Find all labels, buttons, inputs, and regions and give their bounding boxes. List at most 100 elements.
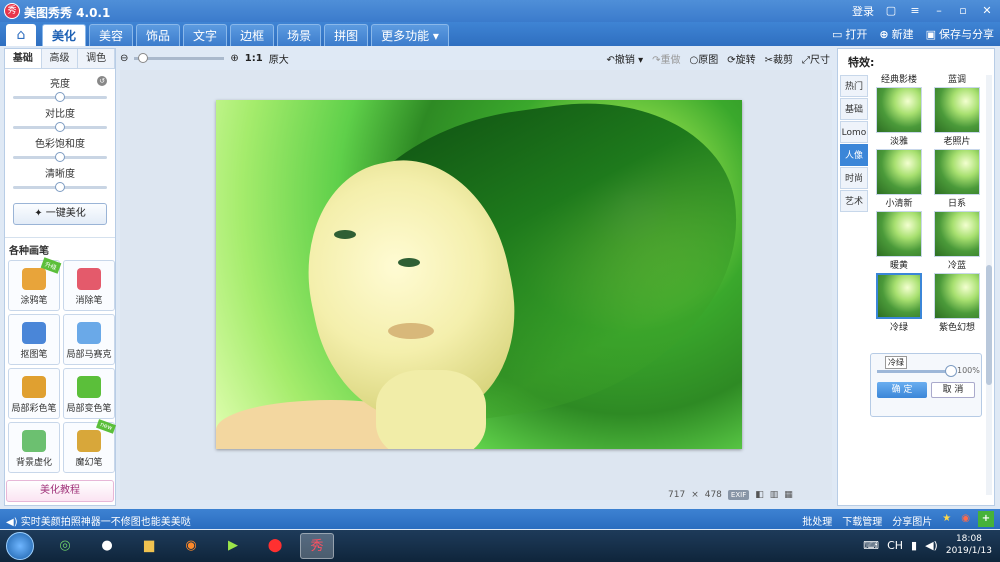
open-button[interactable]: ▭ 打开 xyxy=(832,26,867,42)
pen-tool[interactable]: 局部马赛克 xyxy=(63,314,115,365)
effect-item[interactable]: 冷蓝 xyxy=(928,259,986,319)
original-size-button[interactable]: 原大 xyxy=(269,51,289,66)
reset-icon[interactable]: ↺ xyxy=(97,76,107,86)
feedback-icon[interactable]: ▢ xyxy=(884,4,898,18)
exif-button[interactable]: EXIF xyxy=(727,490,750,500)
effect-category-tab[interactable]: Lomo xyxy=(840,121,868,143)
tab-4[interactable]: 边框 xyxy=(230,24,275,46)
video-player-icon[interactable]: ▶ xyxy=(216,533,250,559)
effects-scrollbar[interactable] xyxy=(986,75,992,495)
effect-category-tab[interactable]: 艺术 xyxy=(840,190,868,212)
zoom-slider[interactable] xyxy=(134,52,225,63)
start-button-icon[interactable] xyxy=(6,532,34,560)
adjust-slider[interactable] xyxy=(13,92,107,102)
original-button[interactable]: ○原图 xyxy=(689,51,718,66)
clock[interactable]: 18:08 2019/1/13 xyxy=(946,533,992,557)
keyboard-icon[interactable]: ⌨ xyxy=(863,539,879,552)
close-icon[interactable]: ✕ xyxy=(980,4,994,18)
pen-tool[interactable]: 抠图笔 xyxy=(8,314,60,365)
star-icon[interactable]: ★ xyxy=(942,513,951,528)
adjust-slider-knob[interactable] xyxy=(55,182,65,192)
tray-label[interactable]: CH xyxy=(887,539,903,552)
crop-button[interactable]: ✂裁剪 xyxy=(765,51,793,66)
tab-6[interactable]: 拼图 xyxy=(324,24,369,46)
tab-3[interactable]: 文字 xyxy=(183,24,228,46)
intensity-slider-knob[interactable] xyxy=(945,365,957,377)
effect-thumbnail[interactable] xyxy=(876,211,922,257)
qq-icon[interactable]: ● xyxy=(90,533,124,559)
effect-category-tab[interactable]: 热门 xyxy=(840,75,868,97)
effect-item[interactable]: 蓝调 xyxy=(928,73,986,133)
firefox-icon[interactable]: ◉ xyxy=(174,533,208,559)
file-explorer-icon[interactable]: ▆ xyxy=(132,533,166,559)
tab-1[interactable]: 美容 xyxy=(89,24,134,46)
volume-icon[interactable]: ◀) xyxy=(925,539,938,552)
pen-tool[interactable]: 局部彩色笔 xyxy=(8,368,60,419)
split-icon[interactable]: ▥ xyxy=(770,490,779,500)
one-key-beautify-button[interactable]: ✦ 一键美化 xyxy=(13,203,107,225)
login-link[interactable]: 登录 xyxy=(852,3,874,19)
subtab-2[interactable]: 调色 xyxy=(78,49,116,68)
effect-item[interactable]: 淡雅 xyxy=(870,135,928,195)
tab-2[interactable]: 饰品 xyxy=(136,24,181,46)
effect-item[interactable]: 暖黄 xyxy=(870,259,928,319)
menu-icon[interactable]: ≡ xyxy=(908,4,922,18)
minimize-icon[interactable]: – xyxy=(932,4,946,18)
zoom-slider-knob[interactable] xyxy=(138,52,149,63)
subtab-0[interactable]: 基础 xyxy=(5,49,42,68)
effect-category-tab[interactable]: 时尚 xyxy=(840,167,868,189)
redo-button[interactable]: ↷重做 xyxy=(652,51,680,66)
edited-photo[interactable] xyxy=(216,100,742,449)
adjust-slider-knob[interactable] xyxy=(55,152,65,162)
pen-tool[interactable]: 消除笔 xyxy=(63,260,115,311)
effect-category-tab[interactable]: 基础 xyxy=(840,98,868,120)
tab-7[interactable]: 更多功能 ▾ xyxy=(371,24,449,46)
adjust-slider[interactable] xyxy=(13,122,107,132)
adjust-slider-knob[interactable] xyxy=(55,92,65,102)
new-button[interactable]: ⊕ 新建 xyxy=(879,26,913,42)
pen-tool[interactable]: 背景虚化 xyxy=(8,422,60,473)
save-share-button[interactable]: ▣ 保存与分享 xyxy=(926,26,994,42)
share-image-button[interactable]: 分享图片 xyxy=(892,513,932,528)
adjust-slider[interactable] xyxy=(13,152,107,162)
home-icon[interactable]: ⌂ xyxy=(6,24,36,46)
tutorial-button[interactable]: 美化教程 xyxy=(6,480,114,502)
effect-category-tab[interactable]: 人像 xyxy=(840,144,868,166)
compare-icon[interactable]: ◧ xyxy=(755,490,764,500)
effect-cancel-button[interactable]: 取 消 xyxy=(931,382,975,398)
batch-button[interactable]: 批处理 xyxy=(802,513,832,528)
effect-thumbnail[interactable] xyxy=(876,87,922,133)
effect-thumbnail[interactable] xyxy=(876,273,922,319)
effect-item[interactable]: 经典影楼 xyxy=(870,73,928,133)
subtab-1[interactable]: 高级 xyxy=(41,49,79,68)
effect-item[interactable]: 日系 xyxy=(928,197,986,257)
rotate-button[interactable]: ⟳旋转 xyxy=(727,51,755,66)
network-icon[interactable]: ▮ xyxy=(911,539,917,552)
maximize-icon[interactable]: ▫ xyxy=(956,4,970,18)
tab-5[interactable]: 场景 xyxy=(277,24,322,46)
undo-button[interactable]: ↶撤销 ▾ xyxy=(607,51,644,66)
tab-0[interactable]: 美化 xyxy=(42,24,87,46)
resize-button[interactable]: ⤢尺寸 xyxy=(802,51,830,66)
effect-item[interactable]: 小清新 xyxy=(870,197,928,257)
adjust-slider-knob[interactable] xyxy=(55,122,65,132)
effect-ok-button[interactable]: 确 定 xyxy=(877,382,927,398)
status-promo[interactable]: ◀) 实时美颜拍照神器一不修图也能美美哒 xyxy=(6,513,191,528)
effect-thumbnail[interactable] xyxy=(934,211,980,257)
meitu-taskbar-icon[interactable]: 秀 xyxy=(300,533,334,559)
effect-thumbnail[interactable] xyxy=(934,273,980,319)
add-icon[interactable]: + xyxy=(978,511,994,527)
weibo-icon[interactable]: ◉ xyxy=(961,513,970,528)
download-manager-button[interactable]: 下载管理 xyxy=(842,513,882,528)
effects-scrollbar-thumb[interactable] xyxy=(986,265,992,385)
effect-thumbnail[interactable] xyxy=(934,149,980,195)
intensity-slider[interactable] xyxy=(877,370,949,373)
effect-item[interactable]: 紫色幻想 xyxy=(928,321,986,335)
browser-360-icon[interactable]: ◎ xyxy=(48,533,82,559)
adjust-slider[interactable] xyxy=(13,182,107,192)
zoom-out-icon[interactable]: ⊖ xyxy=(120,53,128,64)
fit-icon[interactable]: ▦ xyxy=(784,490,793,500)
recorder-icon[interactable]: ⬤ xyxy=(258,533,292,559)
effect-item[interactable]: 冷绿 xyxy=(870,321,928,335)
pen-tool[interactable]: 涂鸦笔 升级 xyxy=(8,257,62,311)
